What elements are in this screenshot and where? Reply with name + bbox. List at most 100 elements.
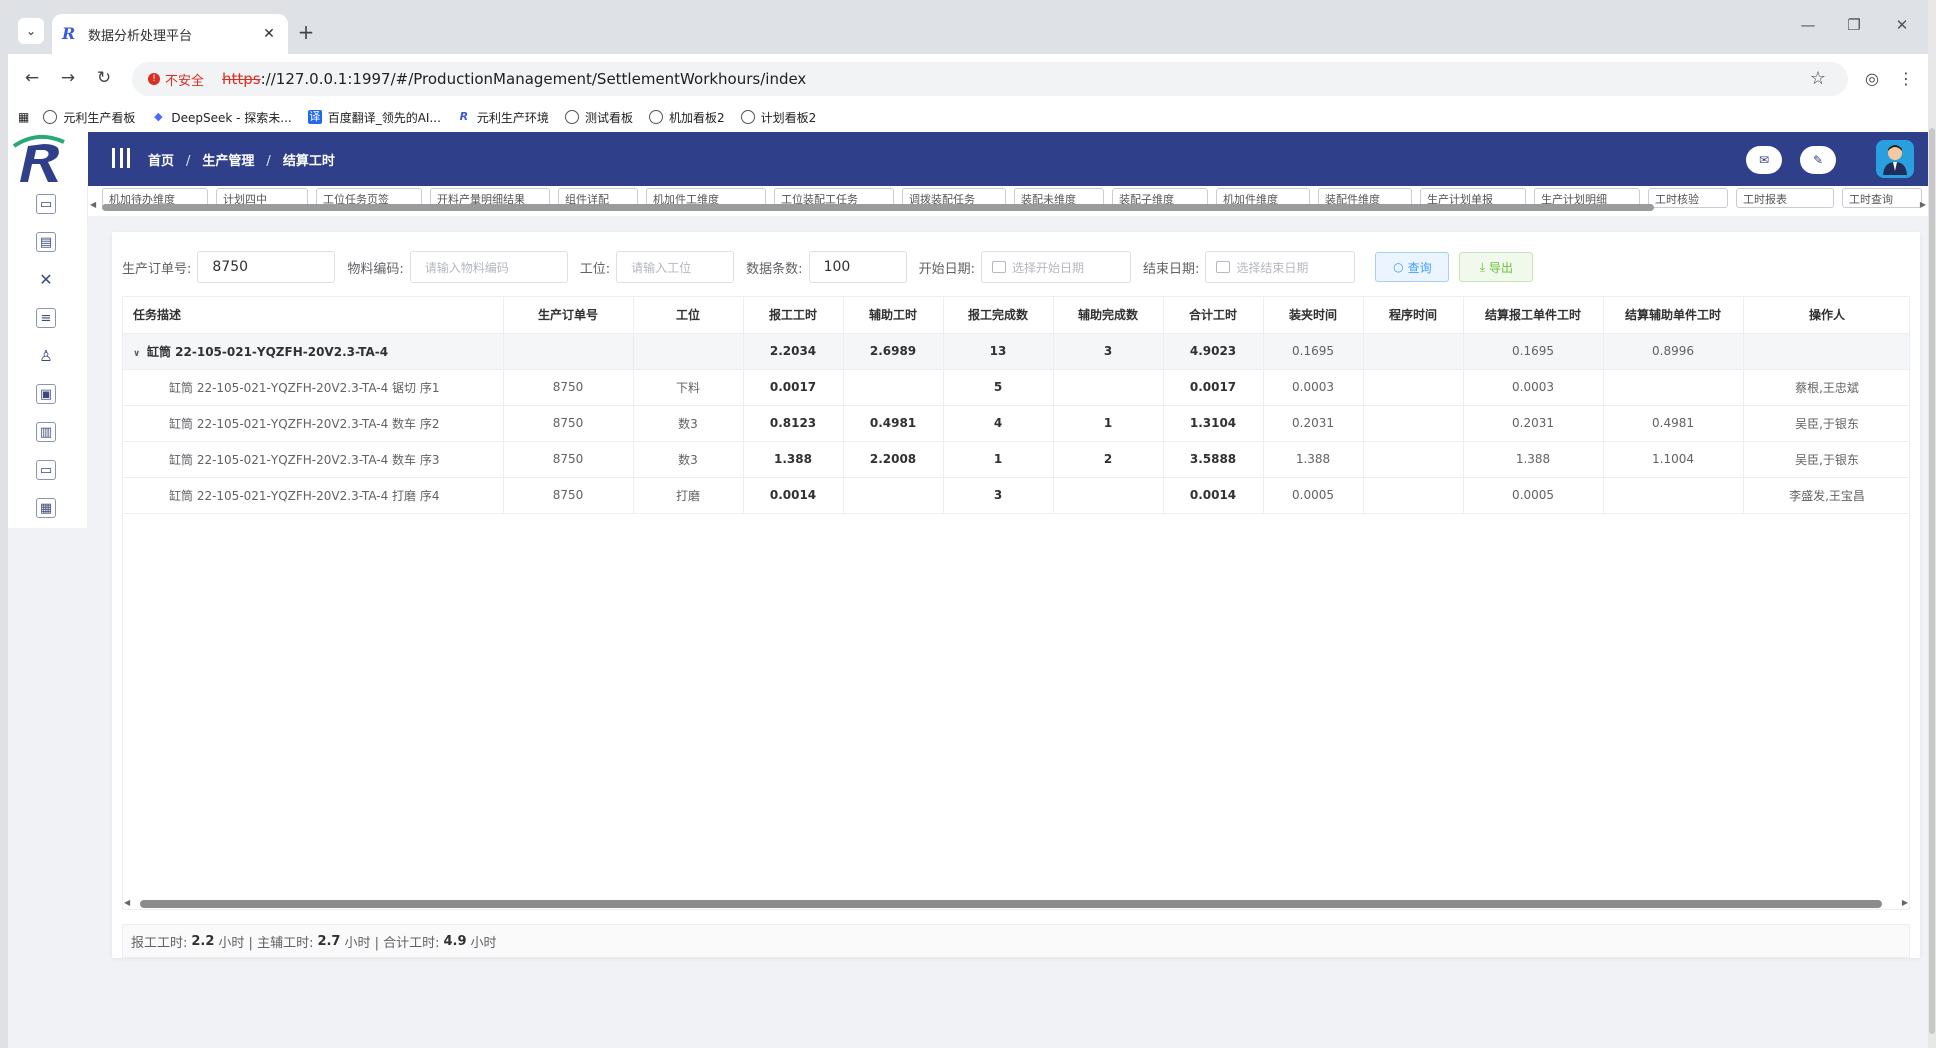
page-scrollbar[interactable] [1928, 0, 1936, 1048]
cell: 0.8123 [743, 405, 844, 442]
tab-search-button[interactable]: ⌄ [18, 18, 44, 44]
count-label: 数据条数: [746, 261, 803, 277]
security-indicator[interactable]: ! 不安全 [148, 70, 204, 89]
station-input[interactable]: 请输入工位 [616, 251, 735, 283]
cell [633, 333, 744, 370]
col-header: 装夹时间 [1263, 297, 1364, 334]
query-button[interactable]: ○ 查询 [1375, 252, 1450, 282]
cell [1053, 477, 1164, 514]
tags-scrollbar-thumb[interactable] [102, 204, 1654, 211]
profile-icon[interactable]: ◎ [1858, 64, 1886, 92]
table-scrollbar[interactable]: ◀ ▶ [122, 898, 1910, 910]
screen: ⌄ R 数据分析处理平台 ✕ + — ❐ ✕ ← → ↻ ! 不安全 https:… [0, 0, 1936, 1048]
report-icon[interactable]: ▥ [36, 422, 56, 442]
back-button[interactable]: ← [18, 64, 46, 92]
col-header: 程序时间 [1363, 297, 1464, 334]
cell: 0.4981 [1603, 405, 1744, 442]
collapse-caret-icon[interactable]: ∨ [133, 349, 147, 359]
bookmark-item[interactable]: 机加看板2 [648, 109, 725, 126]
scroll-right-icon[interactable]: ▶ [1920, 200, 1926, 209]
company-logo-icon [12, 134, 65, 182]
cell: 1 [1053, 405, 1164, 442]
cell: 0.4981 [843, 405, 944, 442]
tags-scrollbar[interactable] [102, 204, 1910, 211]
summary-total-value: 4.9 [443, 933, 467, 949]
cell: 1.3104 [1163, 405, 1264, 442]
minimize-button[interactable]: — [1788, 16, 1828, 34]
table-row[interactable]: 缸筒 22-105-021-YQZFH-20V2.3-TA-4 数车 序2 87… [123, 405, 1909, 442]
col-header: 报工工时 [743, 297, 844, 334]
reload-button[interactable]: ↻ [90, 64, 118, 92]
calendar-icon[interactable]: ▦ [36, 498, 56, 518]
scroll-left-icon[interactable]: ◀ [90, 200, 96, 209]
document-search-icon[interactable]: ▤ [36, 232, 56, 252]
summary-report-value: 2.2 [191, 933, 215, 949]
scroll-right-icon[interactable]: ▶ [1902, 898, 1908, 907]
bookmark-label: 元利生产看板 [63, 110, 136, 125]
table-row[interactable]: 缸筒 22-105-021-YQZFH-20V2.3-TA-4 锯切 序1 87… [123, 369, 1909, 406]
screen-icon[interactable]: ▭ [36, 460, 56, 480]
page-scrollbar-thumb[interactable] [1929, 128, 1935, 1034]
forward-button[interactable]: → [54, 64, 82, 92]
cell [1363, 333, 1464, 370]
cell: 0.0003 [1463, 369, 1604, 406]
breadcrumb-production[interactable]: 生产管理 [202, 154, 254, 169]
scroll-left-icon[interactable]: ◀ [124, 898, 130, 907]
bookmark-item[interactable]: R 元利生产环境 [457, 109, 549, 126]
start-date-picker[interactable]: 选择开始日期 [980, 251, 1131, 283]
close-window-button[interactable]: ✕ [1882, 16, 1922, 34]
order-input[interactable]: 8750 [197, 251, 336, 283]
cell: 2.6989 [843, 333, 944, 370]
globe-icon [564, 110, 579, 124]
menu-toggle-icon[interactable] [112, 148, 130, 168]
bookmark-item[interactable]: ◆ DeepSeek - 探索未... [151, 109, 292, 126]
cell: 8750 [503, 369, 634, 406]
avatar[interactable] [1876, 140, 1914, 178]
close-tab-icon[interactable]: ✕ [260, 26, 278, 42]
cell: 0.0003 [1263, 369, 1364, 406]
edit-button[interactable]: ✎ [1800, 146, 1836, 174]
stamp-icon[interactable]: ♙ [36, 346, 56, 366]
cell: 1.388 [743, 441, 844, 478]
table-row[interactable]: 缸筒 22-105-021-YQZFH-20V2.3-TA-4 数车 序3 87… [123, 441, 1909, 478]
new-tab-button[interactable]: + [294, 20, 318, 44]
bookmark-item[interactable]: 译百度翻译_领先的AI... [307, 109, 441, 126]
list-icon[interactable]: ≡ [36, 308, 56, 328]
export-button[interactable]: ⤓ 导出 [1459, 252, 1534, 282]
table-row[interactable]: 缸筒 22-105-021-YQZFH-20V2.3-TA-4 打磨 序4 87… [123, 477, 1909, 514]
count-input[interactable]: 100 [808, 251, 907, 283]
cell: 4.9023 [1163, 333, 1264, 370]
cell: 1.1004 [1603, 441, 1744, 478]
mail-button[interactable]: ✉ [1746, 146, 1782, 174]
table-row-parent[interactable]: ∨ 缸筒 22-105-021-YQZFH-20V2.3-TA-4 2.2034 … [123, 333, 1909, 370]
browser-tab[interactable]: R 数据分析处理平台 ✕ [52, 14, 288, 54]
station-label: 工位: [579, 261, 611, 277]
table-scrollbar-thumb[interactable] [140, 900, 1882, 908]
col-header: 生产订单号 [503, 297, 634, 334]
bookmark-star-icon[interactable]: ☆ [1810, 68, 1826, 89]
col-header: 结算报工单件工时 [1463, 297, 1604, 334]
cell [1363, 477, 1464, 514]
address-bar[interactable]: ! 不安全 https://127.0.0.1:1997/#/Production… [132, 62, 1848, 96]
bookmark-item[interactable]: 元利生产看板 [43, 109, 135, 126]
tools-icon[interactable]: ✕ [36, 270, 56, 290]
material-input[interactable]: 请输入物料编码 [409, 251, 568, 283]
monitor-icon[interactable]: ▭ [36, 194, 56, 214]
cell [1363, 441, 1464, 478]
restore-button[interactable]: ❐ [1834, 16, 1874, 34]
cell [1053, 369, 1164, 406]
bookmark-item[interactable]: 计划看板2 [740, 109, 816, 126]
cell-text: 缸筒 22-105-021-YQZFH-20V2.3-TA-4 [147, 344, 389, 359]
breadcrumb-home[interactable]: 首页 [148, 154, 174, 169]
bookmark-item[interactable]: 测试看板 [564, 109, 633, 126]
apps-grid-icon[interactable]: ▦ [18, 110, 29, 124]
end-date-picker[interactable]: 选择结束日期 [1205, 251, 1356, 283]
warning-icon: ! [148, 73, 160, 85]
start-date-label: 开始日期: [918, 261, 975, 277]
machine-icon[interactable]: ▣ [36, 384, 56, 404]
cell: ∨ 缸筒 22-105-021-YQZFH-20V2.3-TA-4 [123, 333, 504, 370]
cell: 2.2034 [743, 333, 844, 370]
menu-dots-icon[interactable]: ⋮ [1892, 64, 1920, 92]
logo [8, 132, 88, 186]
cell: 缸筒 22-105-021-YQZFH-20V2.3-TA-4 数车 序2 [123, 405, 504, 442]
